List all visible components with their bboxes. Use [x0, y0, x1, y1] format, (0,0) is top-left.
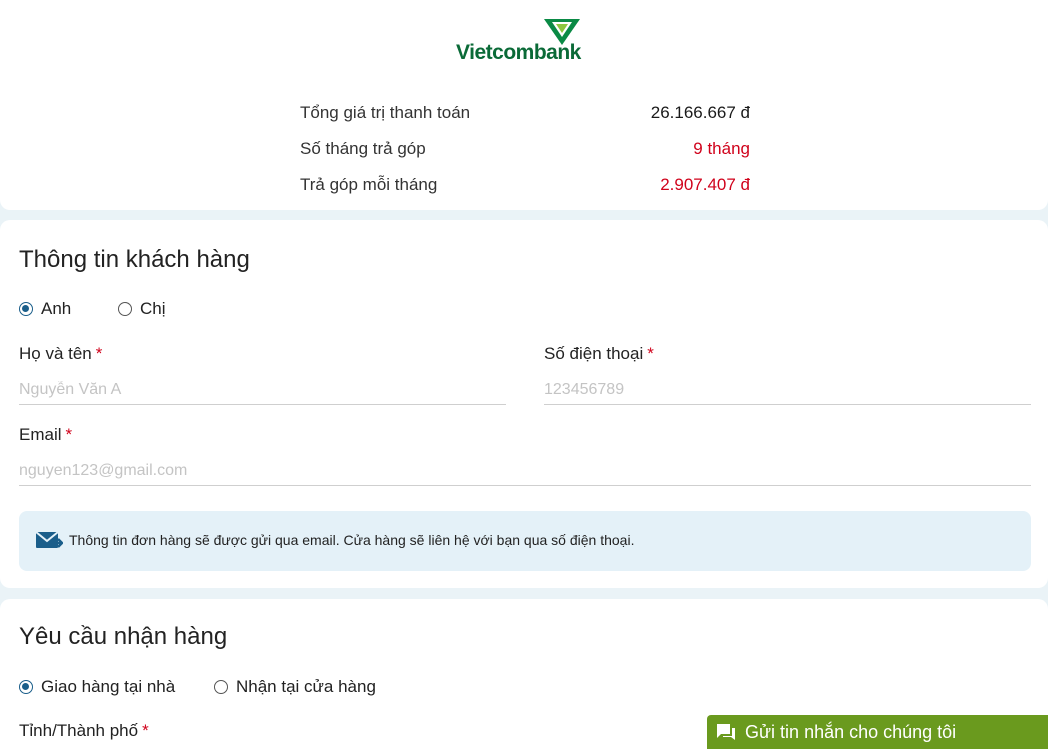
delivery-store-label: Nhận tại cửa hàng — [236, 677, 376, 696]
delivery-store-radio[interactable]: Nhận tại cửa hàng — [214, 677, 376, 697]
summary-total-row: Tổng giá trị thanh toán 26.166.667 đ — [300, 103, 750, 127]
monthly-label: Trả góp mỗi tháng — [300, 175, 438, 194]
required-asterisk: * — [65, 425, 73, 444]
chat-icon — [717, 724, 735, 740]
months-label: Số tháng trả góp — [300, 139, 426, 158]
required-asterisk: * — [142, 721, 149, 740]
required-asterisk: * — [95, 344, 103, 363]
province-label-text: Tỉnh/Thành phố — [19, 721, 139, 740]
summary-monthly-row: Trả góp mỗi tháng 2.907.407 đ — [300, 175, 750, 199]
email-notice-box: Thông tin đơn hàng sẽ được gửi qua email… — [19, 511, 1031, 571]
payment-summary-card: Vietcombank Tổng giá trị thanh toán 26.1… — [0, 0, 1048, 210]
chat-button[interactable]: Gửi tin nhắn cho chúng tôi — [707, 715, 1048, 749]
salutation-anh-radio[interactable]: Anh — [19, 299, 71, 319]
total-value: 26.166.667 đ — [650, 103, 750, 122]
monthly-value: 2.907.407 đ — [660, 175, 750, 194]
radio-unselected-icon[interactable] — [214, 680, 228, 694]
chat-button-label: Gửi tin nhắn cho chúng tôi — [745, 721, 957, 742]
phone-field-label: Số điện thoại * — [544, 344, 654, 364]
salutation-anh-label: Anh — [41, 299, 72, 318]
email-field-label: Email * — [19, 425, 72, 445]
full-name-input[interactable] — [19, 375, 506, 405]
vietcombank-logo: Vietcombank — [456, 17, 596, 67]
radio-selected-icon[interactable] — [19, 302, 33, 316]
name-label-text: Họ và tên — [19, 344, 92, 363]
months-value: 9 tháng — [693, 139, 750, 158]
province-field-label: Tỉnh/Thành phố * — [19, 721, 149, 741]
required-asterisk: * — [647, 344, 654, 363]
email-input[interactable] — [19, 456, 1031, 486]
total-label: Tổng giá trị thanh toán — [300, 103, 471, 122]
salutation-chi-radio[interactable]: Chị — [118, 299, 166, 319]
summary-months-row: Số tháng trả góp 9 tháng — [300, 139, 750, 163]
delivery-section-title: Yêu cầu nhận hàng — [19, 623, 228, 650]
delivery-home-label: Giao hàng tại nhà — [41, 677, 176, 696]
customer-section-title: Thông tin khách hàng — [19, 246, 250, 273]
phone-label-text: Số điện thoại — [544, 344, 644, 363]
customer-info-card: Thông tin khách hàng Anh Chị Họ và tên * … — [0, 220, 1048, 588]
email-label-text: Email — [19, 425, 62, 444]
radio-selected-icon[interactable] — [19, 680, 33, 694]
logo-wordmark: Vietcombank — [456, 41, 581, 64]
mail-send-icon — [35, 531, 63, 548]
email-notice-text: Thông tin đơn hàng sẽ được gửi qua email… — [69, 532, 635, 548]
delivery-home-radio[interactable]: Giao hàng tại nhà — [19, 677, 175, 697]
salutation-chi-label: Chị — [140, 299, 166, 318]
radio-unselected-icon[interactable] — [118, 302, 132, 316]
name-field-label: Họ và tên * — [19, 344, 102, 364]
phone-input[interactable] — [544, 375, 1031, 405]
